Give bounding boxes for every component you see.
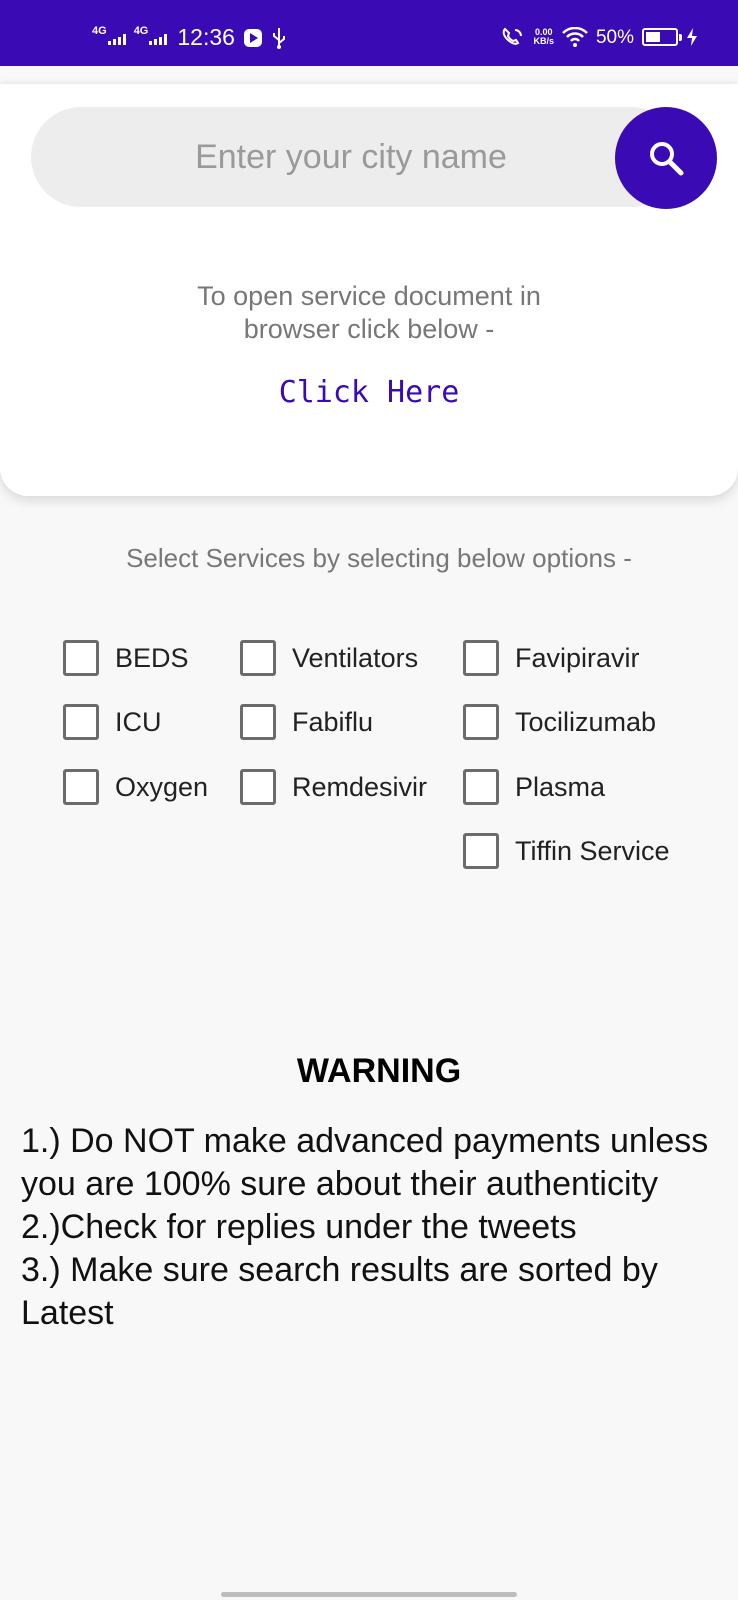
charging-icon [687,28,697,46]
status-right: 0.00 KB/s 50% [501,26,698,48]
checkbox-oxygen[interactable]: Oxygen [63,767,208,807]
sim1-label: 4G [92,24,107,37]
usb-icon [272,27,285,49]
checkbox-box[interactable] [463,833,499,869]
checkbox-label: Tocilizumab [515,706,657,737]
checkbox-label: Plasma [515,771,606,802]
checkbox-box[interactable] [240,769,276,805]
service-document-info: To open service document in browser clic… [0,280,738,346]
checkbox-plasma[interactable]: Plasma [463,767,605,807]
checkbox-box[interactable] [463,769,499,805]
speed-unit: KB/s [533,36,554,46]
status-time: 12:36 [177,24,235,50]
search-button[interactable] [615,107,717,209]
checkbox-box[interactable] [63,769,99,805]
signal-sim2-icon: 4G [134,25,168,45]
city-search-input[interactable] [91,107,611,207]
checkbox-label: BEDS [115,642,189,673]
checkbox-label: Favipiravir [515,642,640,673]
checkbox-label: Ventilators [292,642,419,673]
sim2-label: 4G [133,24,149,37]
checkbox-box[interactable] [463,640,499,676]
battery-icon [642,28,682,46]
home-indicator[interactable] [221,1592,517,1597]
checkbox-remdesivir[interactable]: Remdesivir [240,767,427,807]
checkbox-tocilizumab[interactable]: Tocilizumab [463,702,656,742]
checkbox-fabiflu[interactable]: Fabiflu [240,702,373,742]
warning-line-2: 2.)Check for replies under the tweets [21,1208,577,1246]
info-line-2: browser click below - [243,314,495,344]
checkbox-label: Tiffin Service [515,835,670,866]
click-here-link[interactable]: Click Here [0,375,738,410]
checkbox-label: ICU [115,706,162,737]
wifi-icon [562,27,588,47]
search-icon [650,142,684,176]
search-box [31,107,681,207]
search-card: To open service document in browser clic… [0,84,738,496]
checkbox-box[interactable] [463,704,499,740]
play-store-icon [243,28,262,47]
checkbox-box[interactable] [240,704,276,740]
warning-title: WARNING [296,1052,462,1090]
info-line-1: To open service document in [197,281,541,311]
warning-text: 1.) Do NOT make advanced payments unless… [21,1120,721,1335]
checkbox-label: Remdesivir [292,771,428,802]
checkbox-label: Fabiflu [292,706,374,737]
status-left: 4G 4G 12:36 [92,24,287,50]
battery-percent: 50% [595,26,634,48]
checkbox-beds[interactable]: BEDS [63,638,189,678]
network-speed: 0.00 KB/s [533,28,554,46]
signal-sim1-icon: 4G [92,25,126,45]
checkbox-favipiravir[interactable]: Favipiravir [463,638,640,678]
checkbox-ventilators[interactable]: Ventilators [240,638,418,678]
checkbox-icu[interactable]: ICU [63,702,162,742]
wifi-calling-icon [503,27,523,45]
checkbox-box[interactable] [63,640,99,676]
warning-line-1: 1.) Do NOT make advanced payments unless… [21,1122,709,1203]
checkbox-box[interactable] [240,640,276,676]
warning-line-3: 3.) Make sure search results are sorted … [21,1251,658,1332]
checkbox-tiffin-service[interactable]: Tiffin Service [463,831,670,871]
checkbox-box[interactable] [63,704,99,740]
select-services-prompt: Select Services by selecting below optio… [126,543,632,573]
checkbox-label: Oxygen [115,771,209,802]
status-bar: 4G 4G 12:36 0.00 KB/s 50% [0,0,738,66]
